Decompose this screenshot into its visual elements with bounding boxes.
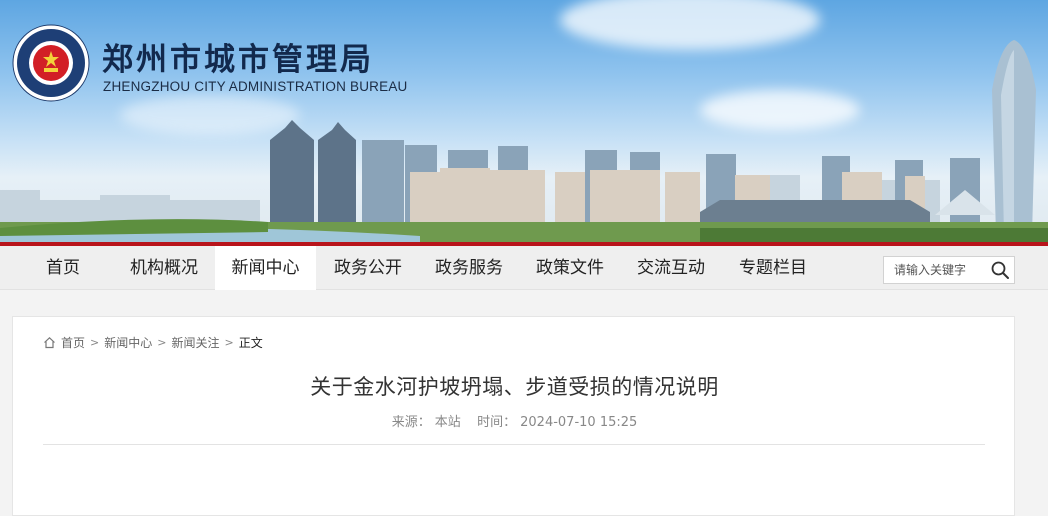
breadcrumb-separator: > [157, 336, 167, 349]
nav-item-interaction[interactable]: 交流互动 [623, 246, 719, 290]
breadcrumb: 首页 > 新闻中心 > 新闻关注 > 正文 [43, 334, 263, 351]
title-divider [43, 444, 985, 445]
article-title: 关于金水河护坡坍塌、步道受损的情况说明 [310, 375, 719, 399]
breadcrumb-separator: > [224, 336, 234, 349]
home-icon [44, 336, 55, 349]
breadcrumb-home[interactable]: 首页 [61, 334, 85, 351]
nav-item-news-center[interactable]: 新闻中心 [215, 246, 316, 290]
site-subtitle: ZHENGZHOU CITY ADMINISTRATION BUREAU [103, 79, 408, 94]
source-value: 本站 [434, 415, 461, 430]
nav-item-home[interactable]: 首页 [26, 246, 100, 290]
main-nav: 首页 机构概况 新闻中心 政务公开 政务服务 政策文件 交流互动 专题栏目 [0, 246, 1048, 290]
source-label: 来源： [391, 415, 431, 430]
nav-item-organization[interactable]: 机构概况 [116, 246, 212, 290]
nav-item-gov-affairs-open[interactable]: 政务公开 [320, 246, 416, 290]
nav-item-special-topics[interactable]: 专题栏目 [725, 246, 821, 290]
breadcrumb-current: 正文 [238, 336, 263, 350]
article-card: 首页 > 新闻中心 > 新闻关注 > 正文 关于金水河护坡坍塌、步道受损的情况说… [12, 316, 1015, 516]
header-banner: 郑州市城市管理局 ZHENGZHOU CITY ADMINISTRATION B… [0, 0, 1048, 246]
site-title: 郑州市城市管理局 [102, 42, 374, 78]
breadcrumb-news-center[interactable]: 新闻中心 [104, 334, 152, 351]
breadcrumb-news-focus[interactable]: 新闻关注 [171, 334, 219, 351]
search-icon[interactable] [990, 260, 1010, 280]
time-label: 时间： [477, 415, 517, 430]
search-input[interactable] [884, 257, 986, 283]
nav-item-policy-docs[interactable]: 政策文件 [522, 246, 618, 290]
time-value: 2024-07-10 15:25 [520, 415, 638, 430]
emblem-seal-icon [12, 24, 90, 102]
nav-item-gov-services[interactable]: 政务服务 [421, 246, 517, 290]
search-box [883, 256, 1015, 284]
article-meta: 来源： 本站 时间： 2024-07-10 15:25 [13, 411, 1016, 430]
breadcrumb-separator: > [90, 336, 100, 349]
